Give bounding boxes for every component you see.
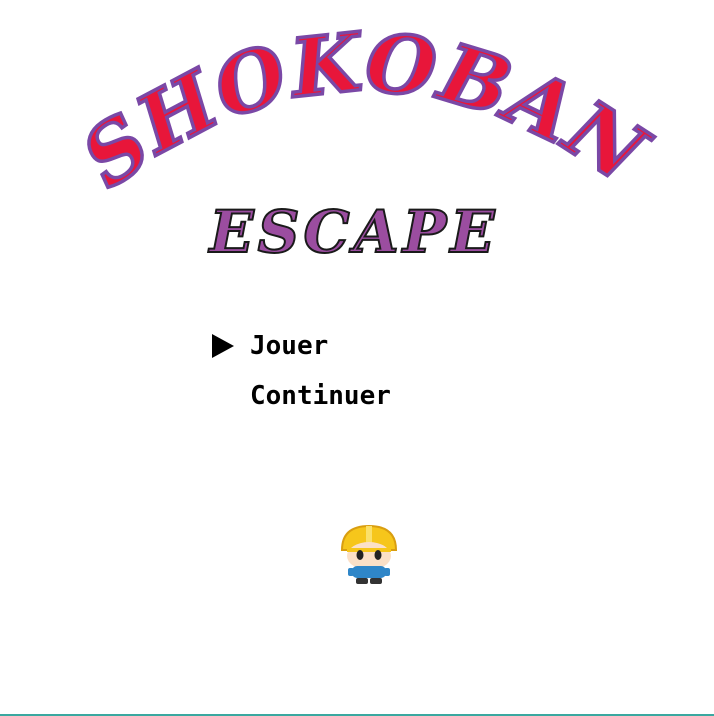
- main-menu: Jouer Continuer: [210, 328, 391, 428]
- menu-item-label: Continuer: [250, 381, 391, 411]
- menu-item-label: Jouer: [250, 331, 329, 361]
- menu-item-jouer[interactable]: Jouer: [210, 328, 391, 378]
- game-title: SHOKOBAN ESCAPE: [0, 0, 714, 290]
- title-logo: SHOKOBAN ESCAPE: [63, 13, 664, 267]
- menu-item-continuer[interactable]: Continuer: [210, 378, 391, 428]
- triangle-right-icon: [212, 334, 234, 358]
- title-sub: ESCAPE: [207, 198, 498, 266]
- hardhat-worker-icon: [336, 522, 402, 588]
- title-main: SHOKOBAN: [65, 14, 664, 205]
